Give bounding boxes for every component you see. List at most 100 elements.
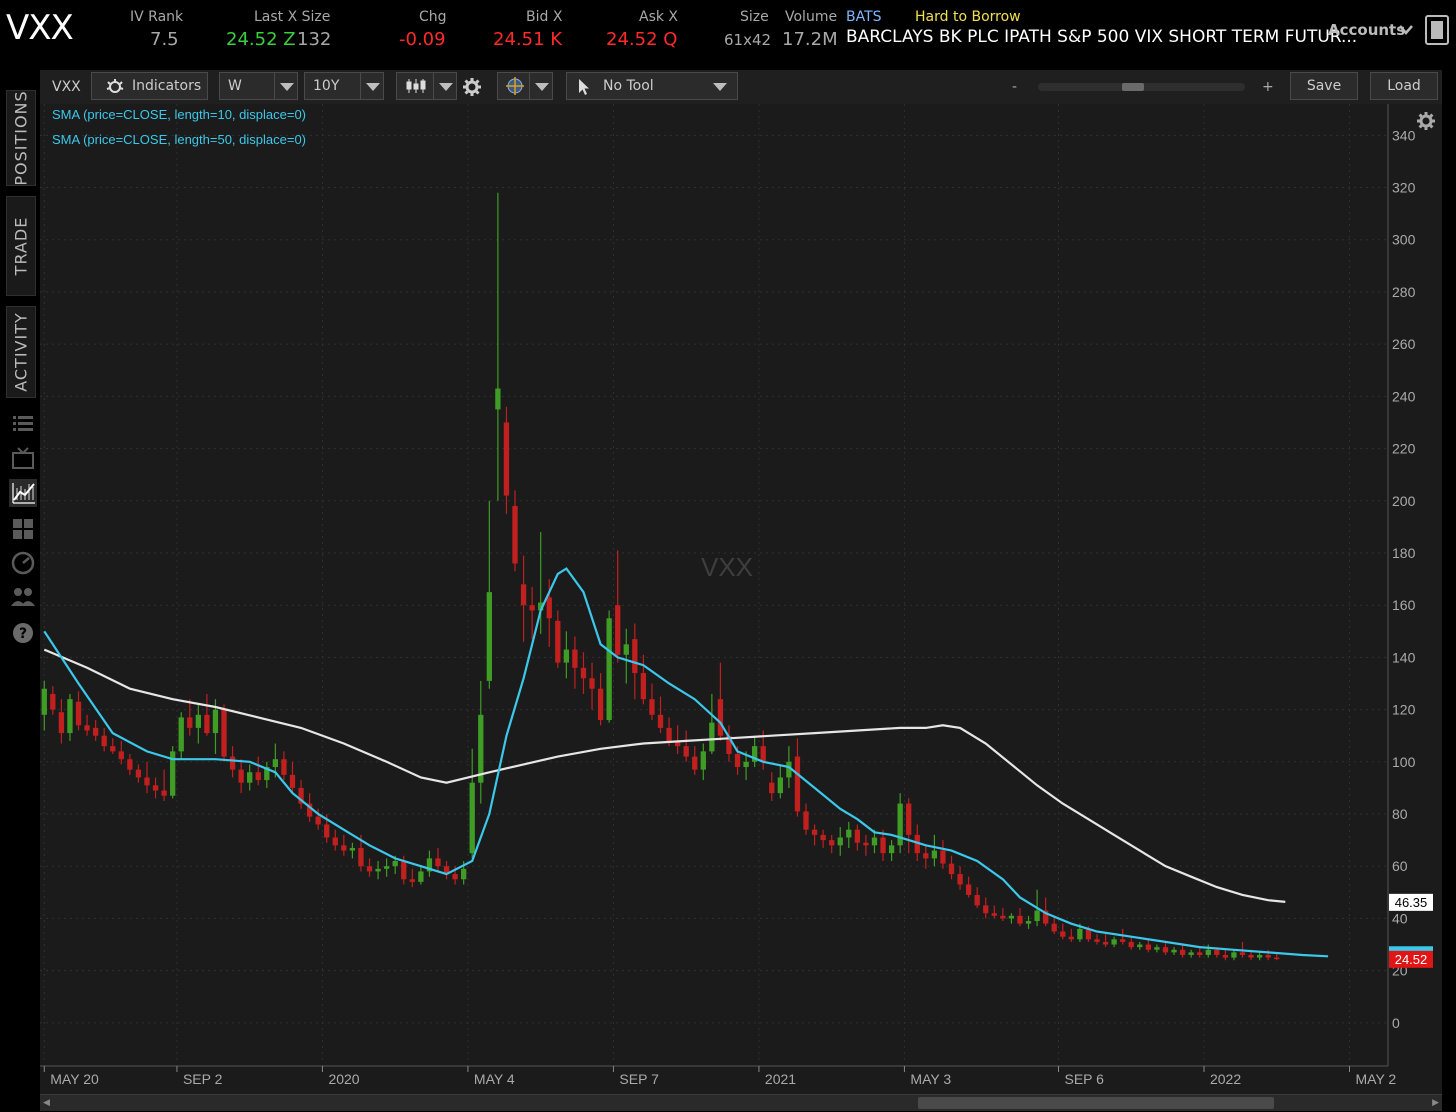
symbol-title[interactable]: VXX <box>6 8 74 48</box>
tab-activity[interactable]: ACTIVITY <box>6 306 36 398</box>
candle-body <box>50 693 56 710</box>
candle-body <box>820 834 826 841</box>
bid-value[interactable]: 24.51 K <box>493 29 562 50</box>
y-tick-label: 160 <box>1392 597 1416 613</box>
candle-body <box>332 837 338 846</box>
timeframe-dropdown[interactable]: 10Y <box>304 72 384 100</box>
candle-body <box>1137 944 1143 948</box>
volume-value: 17.2M <box>782 29 838 50</box>
gear-icon[interactable] <box>463 78 481 96</box>
chart-settings-gear-icon[interactable] <box>1417 112 1435 130</box>
tv-icon[interactable] <box>10 446 36 472</box>
candle-body <box>1120 939 1126 942</box>
sma10-line <box>43 567 1329 958</box>
candle-body <box>597 688 604 721</box>
accounts-button[interactable]: Accounts <box>1328 21 1405 39</box>
zoom-slider[interactable] <box>1038 83 1245 91</box>
candle-body <box>366 866 373 872</box>
candle-body <box>238 769 244 783</box>
scroll-left-icon[interactable]: ◀ <box>43 1098 50 1108</box>
chart-symbol-label[interactable]: VXX <box>52 70 81 104</box>
x-tick-label: 2022 <box>1210 1071 1241 1087</box>
list-icon[interactable] <box>10 412 36 438</box>
candle-body <box>75 701 82 726</box>
iv-rank-label: IV Rank <box>130 9 184 25</box>
candle-body <box>769 782 775 794</box>
aggregation-dropdown[interactable]: W <box>219 72 298 100</box>
candle-body <box>152 785 159 791</box>
quote-header: VXX IV Rank 7.5 Last X Size 24.52 Z 132 … <box>0 0 1456 64</box>
y-tick-label: 260 <box>1392 336 1416 352</box>
candle-body <box>632 639 638 674</box>
horizontal-scrollbar[interactable]: ◀ ▶ <box>40 1094 1442 1111</box>
zoom-in-button[interactable]: + <box>1262 70 1274 104</box>
candle-body <box>1034 910 1040 922</box>
candle-body <box>178 717 184 752</box>
candle-body <box>811 829 818 835</box>
y-tick-label: 280 <box>1392 284 1416 300</box>
candle-body <box>375 868 381 872</box>
candle-body <box>84 725 90 731</box>
candle-body <box>615 605 621 655</box>
candle-body <box>829 840 835 846</box>
load-button[interactable]: Load <box>1370 72 1438 100</box>
iv-rank-value: 7.5 <box>150 29 179 50</box>
indicators-icon <box>106 79 124 93</box>
candle-body <box>195 714 201 728</box>
save-button[interactable]: Save <box>1290 72 1358 100</box>
study-label-sma50: SMA (price=CLOSE, length=50, displace=0) <box>52 132 306 147</box>
grid-icon[interactable] <box>10 516 36 542</box>
drawing-tool-dropdown[interactable]: No Tool <box>566 72 738 100</box>
price-chart[interactable]: VXX 020406080100120140160180200220240260… <box>40 104 1442 1096</box>
candle-body <box>92 727 99 736</box>
candle-body <box>1162 947 1169 953</box>
chevron-down-icon[interactable] <box>1398 24 1414 36</box>
candle-body <box>469 782 475 854</box>
candle-body <box>589 678 595 689</box>
candle-body <box>871 837 878 846</box>
candle-body <box>1145 944 1152 950</box>
people-icon[interactable] <box>10 584 36 610</box>
candle-body <box>452 874 458 880</box>
candle-body <box>435 858 441 867</box>
candle-body <box>512 505 518 564</box>
ask-value[interactable]: 24.52 Q <box>606 29 677 50</box>
candle-body <box>683 746 689 757</box>
candle-body <box>1077 928 1083 940</box>
candle-body <box>1197 952 1203 955</box>
candle-body <box>1102 941 1109 945</box>
candle-body <box>67 699 73 734</box>
candle-body <box>118 751 124 760</box>
right-edge <box>1442 64 1456 1112</box>
charts-icon[interactable] <box>8 478 38 508</box>
candle-body <box>1239 952 1246 955</box>
help-icon[interactable]: ? <box>10 620 36 646</box>
chart-area[interactable]: VXX 0 20 40 60 80 100 120 140 160 180 200 220 240 260… <box>40 104 1442 1096</box>
candle-body <box>803 811 809 830</box>
gauge-icon[interactable] <box>10 550 36 576</box>
zoom-out-button[interactable]: - <box>1012 70 1017 104</box>
candle-body <box>486 592 492 681</box>
candle-body <box>392 861 398 867</box>
tab-trade[interactable]: TRADE <box>6 196 36 296</box>
drawing-style-dropdown[interactable] <box>497 72 553 100</box>
scrollbar-thumb[interactable] <box>918 1097 1274 1109</box>
x-axis: MAY 20 SEP 2 2020 MAY 4 SEP 7 2021 MAY 3 SEP 6 2… <box>40 1065 1396 1087</box>
candle-body <box>888 845 895 854</box>
y-tick-label: 120 <box>1392 702 1416 718</box>
scroll-right-icon[interactable]: ▶ <box>1432 1098 1439 1108</box>
candle-body <box>478 714 484 783</box>
tab-positions[interactable]: POSITIONS <box>6 90 36 186</box>
chart-style-dropdown[interactable] <box>396 72 457 100</box>
zoom-slider-handle[interactable] <box>1122 83 1144 91</box>
x-tick-label: MAY 2 <box>1355 1071 1396 1087</box>
candle-body <box>1214 949 1220 955</box>
price-tag-label: 24.52 <box>1395 952 1428 967</box>
chevron-down-icon <box>439 83 453 91</box>
indicators-button[interactable]: Indicators <box>91 72 208 100</box>
candle-body <box>1000 915 1006 919</box>
candle-body <box>880 837 886 854</box>
candle-body <box>1068 936 1074 940</box>
panel-toggle-icon[interactable] <box>1425 15 1449 45</box>
chg-value: -0.09 <box>399 29 446 50</box>
